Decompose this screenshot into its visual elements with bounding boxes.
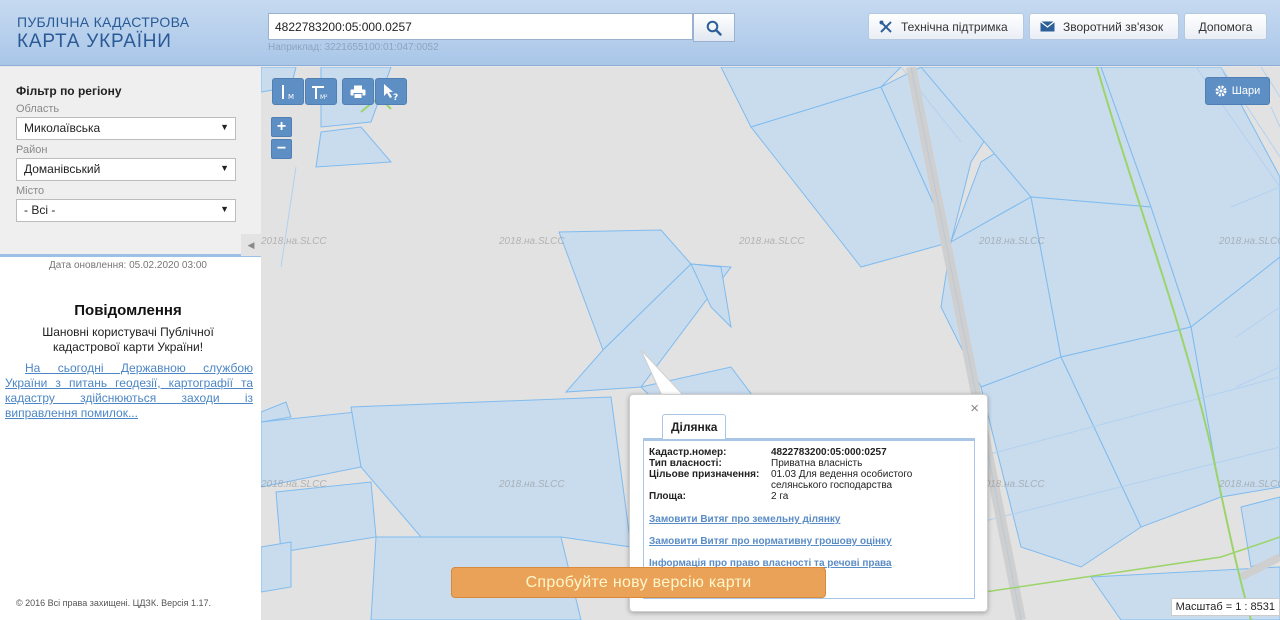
- region-label: Область: [16, 103, 60, 115]
- watermark: 2018.на.SLCC: [979, 479, 1045, 490]
- svg-text:?: ?: [393, 93, 398, 101]
- layers-label: Шари: [1231, 85, 1261, 97]
- zoom-out-button[interactable]: −: [271, 139, 292, 159]
- order-extract-link[interactable]: Замовити Витяг про земельну ділянку: [649, 514, 840, 525]
- search-icon: [706, 20, 722, 36]
- help-button[interactable]: Допомога: [1184, 13, 1267, 40]
- tools-icon: [879, 20, 892, 33]
- field-value: 4822783200:05:000:0257: [771, 447, 887, 458]
- new-version-button[interactable]: Спробуйте нову версію карти: [451, 567, 826, 598]
- search-input[interactable]: [268, 13, 693, 40]
- watermark: 2018.на.SLCC: [1219, 236, 1280, 247]
- watermark: 2018.на.SLCC: [1219, 479, 1280, 490]
- field-value: 2 га: [771, 491, 789, 502]
- identify-button[interactable]: ?: [375, 78, 407, 105]
- watermark: 2018.на.SLCC: [261, 479, 327, 490]
- field-value: 01.03 Для ведення особистого селянського…: [771, 469, 913, 491]
- map[interactable]: 2018.на.SLCC 2018.на.SLCC 2018.на.SLCC 2…: [261, 67, 1280, 620]
- field-key: Цільове призначення:: [649, 469, 760, 480]
- tab-parcel[interactable]: Ділянка: [662, 414, 727, 439]
- field-key: Тип власності:: [649, 458, 722, 469]
- dropdown-arrow-icon: ▼: [220, 122, 229, 132]
- layers-button[interactable]: Шари: [1205, 77, 1270, 105]
- help-label: Допомога: [1198, 19, 1253, 34]
- envelope-icon: [1040, 21, 1055, 32]
- district-label: Район: [16, 144, 48, 156]
- identify-icon: ?: [384, 83, 398, 101]
- zoom-in-button[interactable]: +: [271, 117, 292, 137]
- print-icon: [350, 85, 366, 99]
- copyright: © 2016 Всі права захищені. ЦДЗК. Версія …: [16, 598, 212, 608]
- notice-link[interactable]: На сьогодні Державною службою України з …: [5, 361, 253, 421]
- gear-icon: [1215, 85, 1227, 97]
- sidebar: Фільтр по регіону Область Миколаївська ▼…: [0, 67, 261, 620]
- tech-support-label: Технічна підтримка: [901, 19, 1008, 34]
- field-key: Площа:: [649, 491, 686, 502]
- watermark: 2018.на.SLCC: [261, 236, 327, 247]
- dropdown-arrow-icon: ▼: [220, 204, 229, 214]
- chevron-left-icon: ◀: [247, 239, 255, 250]
- logo-line1: ПУБЛІЧНА КАДАСТРОВА: [17, 14, 190, 30]
- close-icon[interactable]: ×: [970, 400, 979, 417]
- feedback-button[interactable]: Зворотний зв'язок: [1029, 13, 1179, 40]
- popup-pointer: [640, 350, 685, 399]
- watermark: 2018.на.SLCC: [499, 479, 565, 490]
- field-value: Приватна власність: [771, 458, 863, 469]
- measure-length-button[interactable]: M: [272, 78, 304, 105]
- region-filter: Фільтр по регіону Область Миколаївська ▼…: [0, 67, 261, 257]
- notice-title: Повідомлення: [74, 302, 182, 319]
- region-select[interactable]: Миколаївська ▼: [16, 117, 236, 140]
- search-hint: Наприклад: 3221655100:01:047:0052: [268, 42, 439, 53]
- logo[interactable]: ПУБЛІЧНА КАДАСТРОВА КАРТА УКРАЇНИ: [17, 15, 189, 51]
- scale-indicator: Масштаб = 1 : 8531: [1170, 598, 1280, 616]
- city-label: Місто: [16, 185, 45, 197]
- order-valuation-link[interactable]: Замовити Витяг про нормативну грошову оц…: [649, 536, 892, 547]
- dropdown-arrow-icon: ▼: [220, 163, 229, 173]
- ruler-m-icon: M: [282, 84, 294, 101]
- search-button[interactable]: [693, 13, 735, 42]
- region-value: Миколаївська: [24, 121, 101, 135]
- svg-text:M²: M²: [320, 94, 328, 101]
- print-button[interactable]: [342, 78, 374, 105]
- header: ПУБЛІЧНА КАДАСТРОВА КАРТА УКРАЇНИ Наприк…: [0, 0, 1280, 66]
- logo-line2: КАРТА УКРАЇНИ: [17, 31, 172, 52]
- update-date: Дата оновлення: 05.02.2020 03:00: [49, 260, 207, 271]
- field-key: Кадастр.номер:: [649, 447, 727, 458]
- watermark: 2018.на.SLCC: [979, 236, 1045, 247]
- tech-support-button[interactable]: Технічна підтримка: [868, 13, 1024, 40]
- collapse-sidebar-button[interactable]: ◀: [241, 234, 261, 256]
- ruler-area-icon: M²: [312, 85, 328, 101]
- measure-area-button[interactable]: M²: [305, 78, 337, 105]
- svg-text:M: M: [288, 93, 294, 101]
- feedback-label: Зворотний зв'язок: [1063, 19, 1164, 34]
- district-value: Доманівський: [24, 162, 101, 176]
- notice-text: Шановні користувачі Публічної кадастрово…: [42, 325, 214, 354]
- city-value: - Всі -: [24, 203, 56, 217]
- district-select[interactable]: Доманівський ▼: [16, 158, 236, 181]
- watermark: 2018.на.SLCC: [739, 236, 805, 247]
- filter-title: Фільтр по регіону: [16, 84, 122, 98]
- city-select[interactable]: - Всі - ▼: [16, 199, 236, 222]
- watermark: 2018.на.SLCC: [499, 236, 565, 247]
